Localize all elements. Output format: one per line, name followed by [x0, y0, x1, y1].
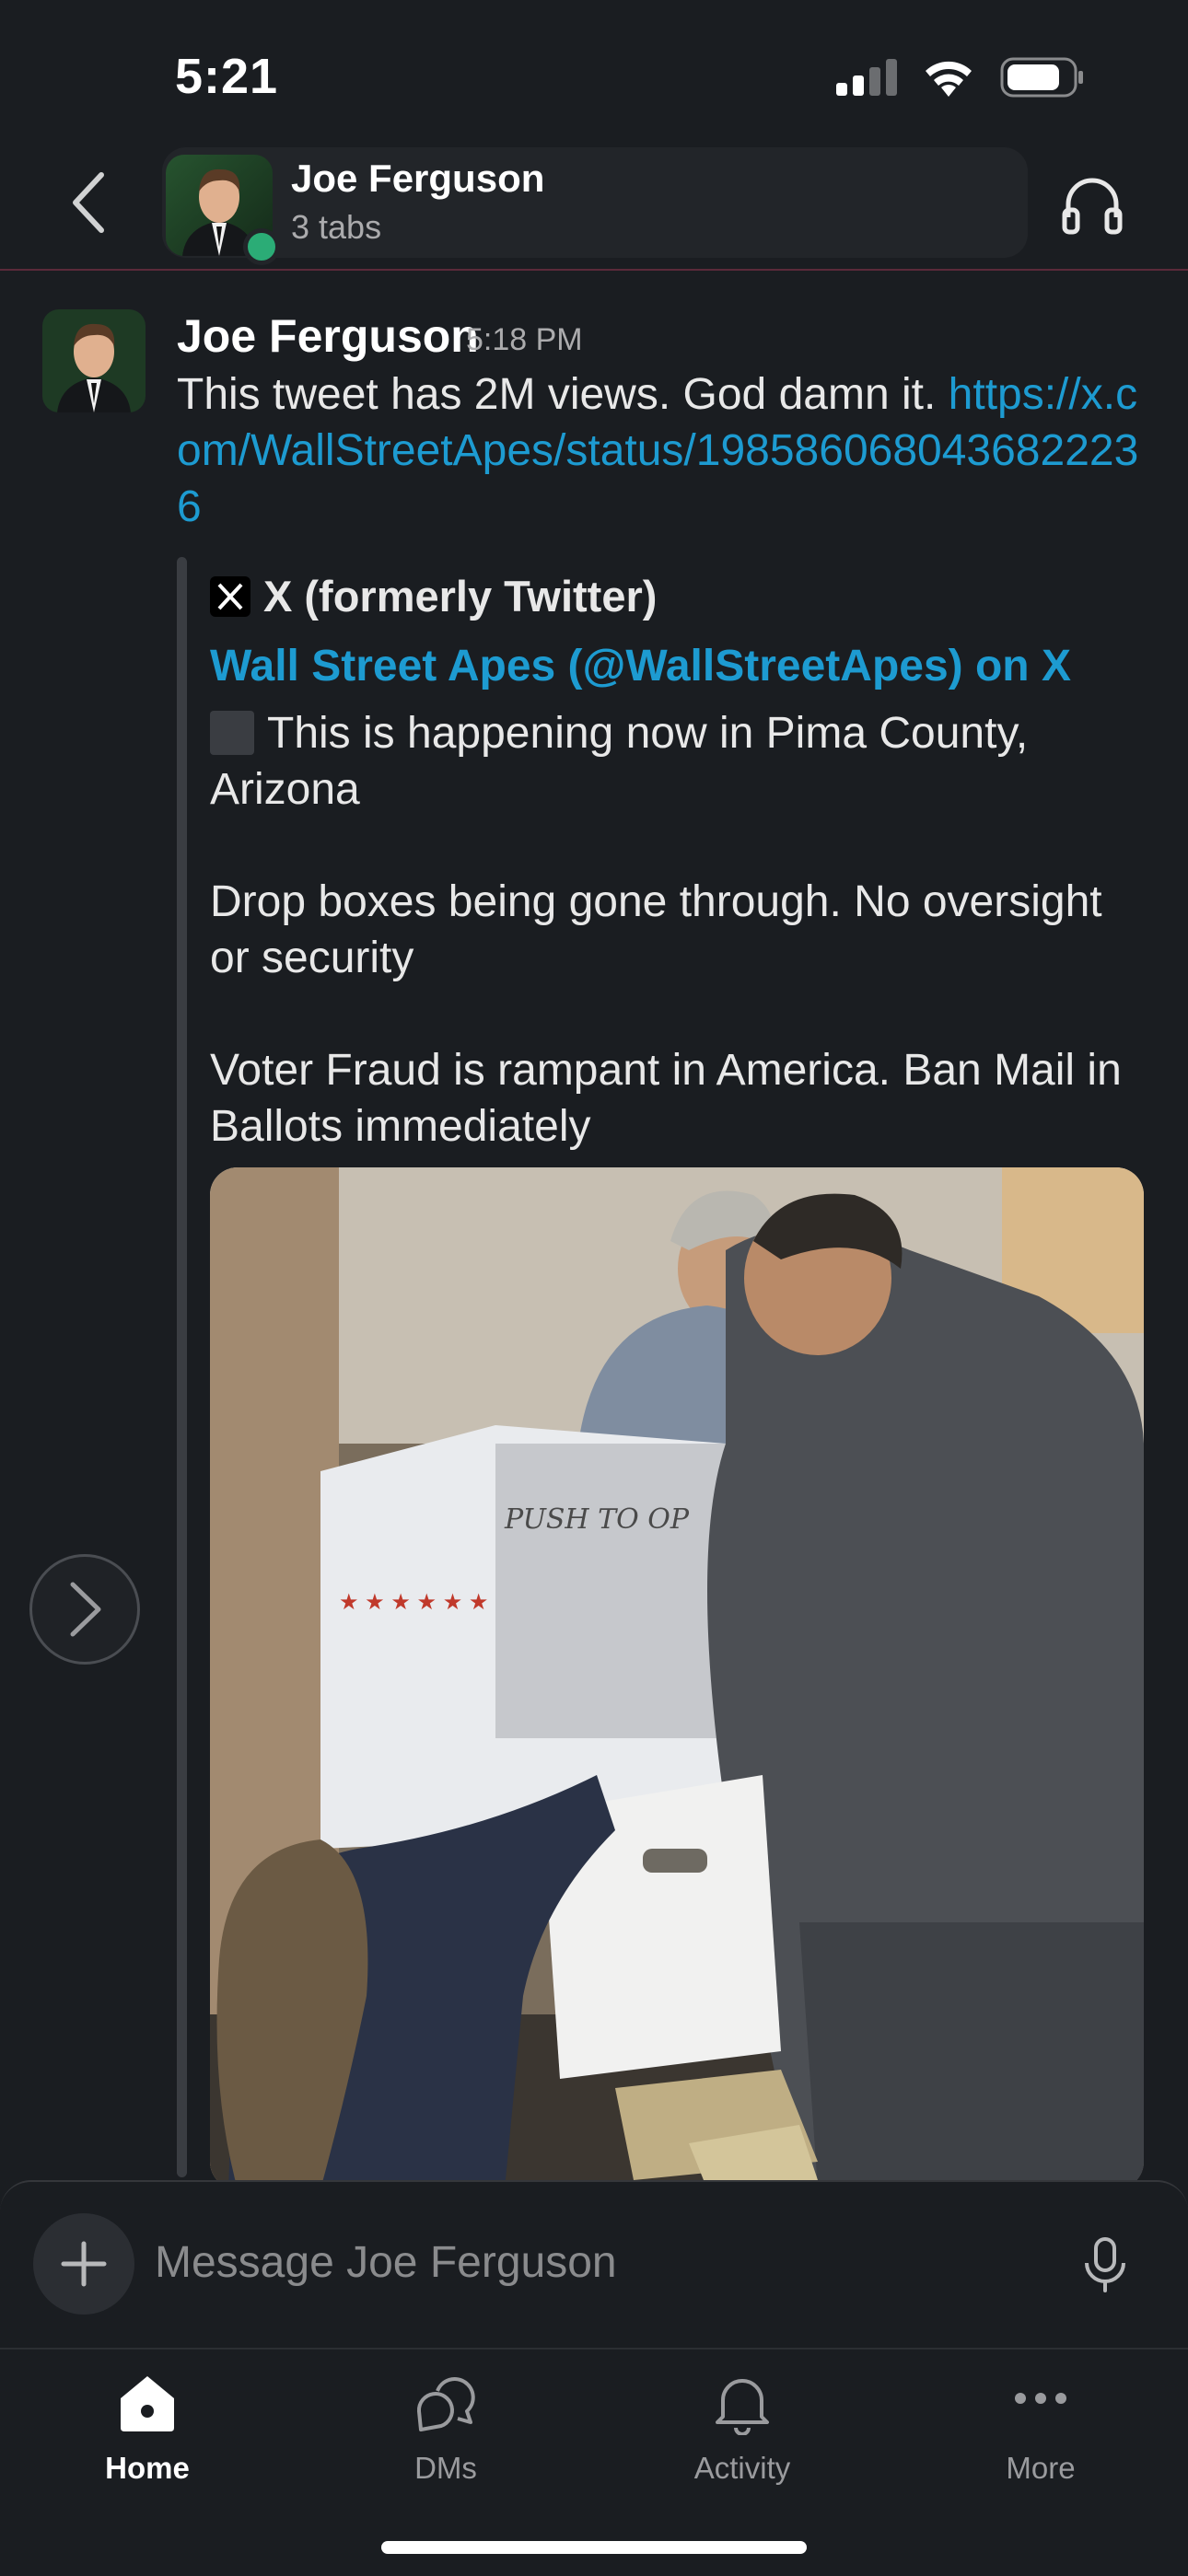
battery-icon [1000, 57, 1083, 98]
chevron-right-icon [70, 1582, 101, 1637]
tab-home-label: Home [105, 2451, 190, 2485]
add-attachment-button[interactable] [33, 2213, 134, 2315]
tab-home[interactable]: Home [46, 2364, 249, 2486]
microphone-button[interactable] [1079, 2235, 1131, 2294]
svg-text:★ ★ ★ ★ ★ ★: ★ ★ ★ ★ ★ ★ [339, 1590, 488, 1615]
next-button[interactable] [29, 1554, 140, 1665]
tab-dms-label: DMs [414, 2451, 477, 2485]
dropbox-label: PUSH TO OP [504, 1503, 690, 1536]
x-logo-icon [210, 576, 250, 617]
tab-more-label: More [1006, 2451, 1076, 2485]
huddle-button[interactable] [1059, 171, 1125, 238]
message-text: This tweet has 2M views. God damn it. ht… [177, 366, 1153, 535]
unfurl-source: X (formerly Twitter) [263, 572, 658, 621]
tab-activity[interactable]: Activity [641, 2364, 844, 2486]
dms-icon [416, 2377, 475, 2431]
header-divider [0, 269, 1188, 271]
home-indicator [381, 2541, 807, 2554]
signal-icon [836, 59, 897, 96]
unfurl-body: This is happening now in Pima County, Ar… [210, 709, 1122, 1151]
message-avatar[interactable] [42, 309, 146, 412]
message-author[interactable]: Joe Ferguson [177, 309, 479, 363]
tab-more[interactable]: More [939, 2364, 1142, 2486]
home-icon [121, 2376, 174, 2431]
message-input[interactable]: Message Joe Ferguson [155, 2237, 617, 2288]
headphones-icon [1062, 178, 1123, 235]
unfurl-bar [177, 557, 187, 2177]
chevron-left-icon [73, 172, 104, 233]
presence-indicator [243, 228, 280, 265]
more-icon [1015, 2393, 1066, 2404]
status-time: 5:21 [175, 49, 279, 104]
tab-activity-label: Activity [693, 2451, 791, 2485]
header-subtitle: 3 tabs [291, 208, 382, 246]
status-icons [836, 57, 1085, 98]
unfurl-image[interactable]: PUSH TO OP ★ ★ ★ ★ ★ ★ [210, 1167, 1144, 2189]
plus-icon [61, 2241, 107, 2287]
bell-icon [716, 2379, 769, 2435]
unfurl-title[interactable]: Wall Street Apes (@WallStreetApes) on X [210, 641, 1071, 691]
message-body: This tweet has 2M views. God damn it. [177, 370, 949, 419]
header-title: Joe Ferguson [291, 157, 545, 200]
message-timestamp: 5:18 PM [466, 322, 583, 357]
back-button[interactable] [63, 166, 118, 239]
microphone-icon [1085, 2237, 1125, 2292]
tab-dms[interactable]: DMs [344, 2364, 547, 2486]
wifi-icon [926, 61, 972, 97]
